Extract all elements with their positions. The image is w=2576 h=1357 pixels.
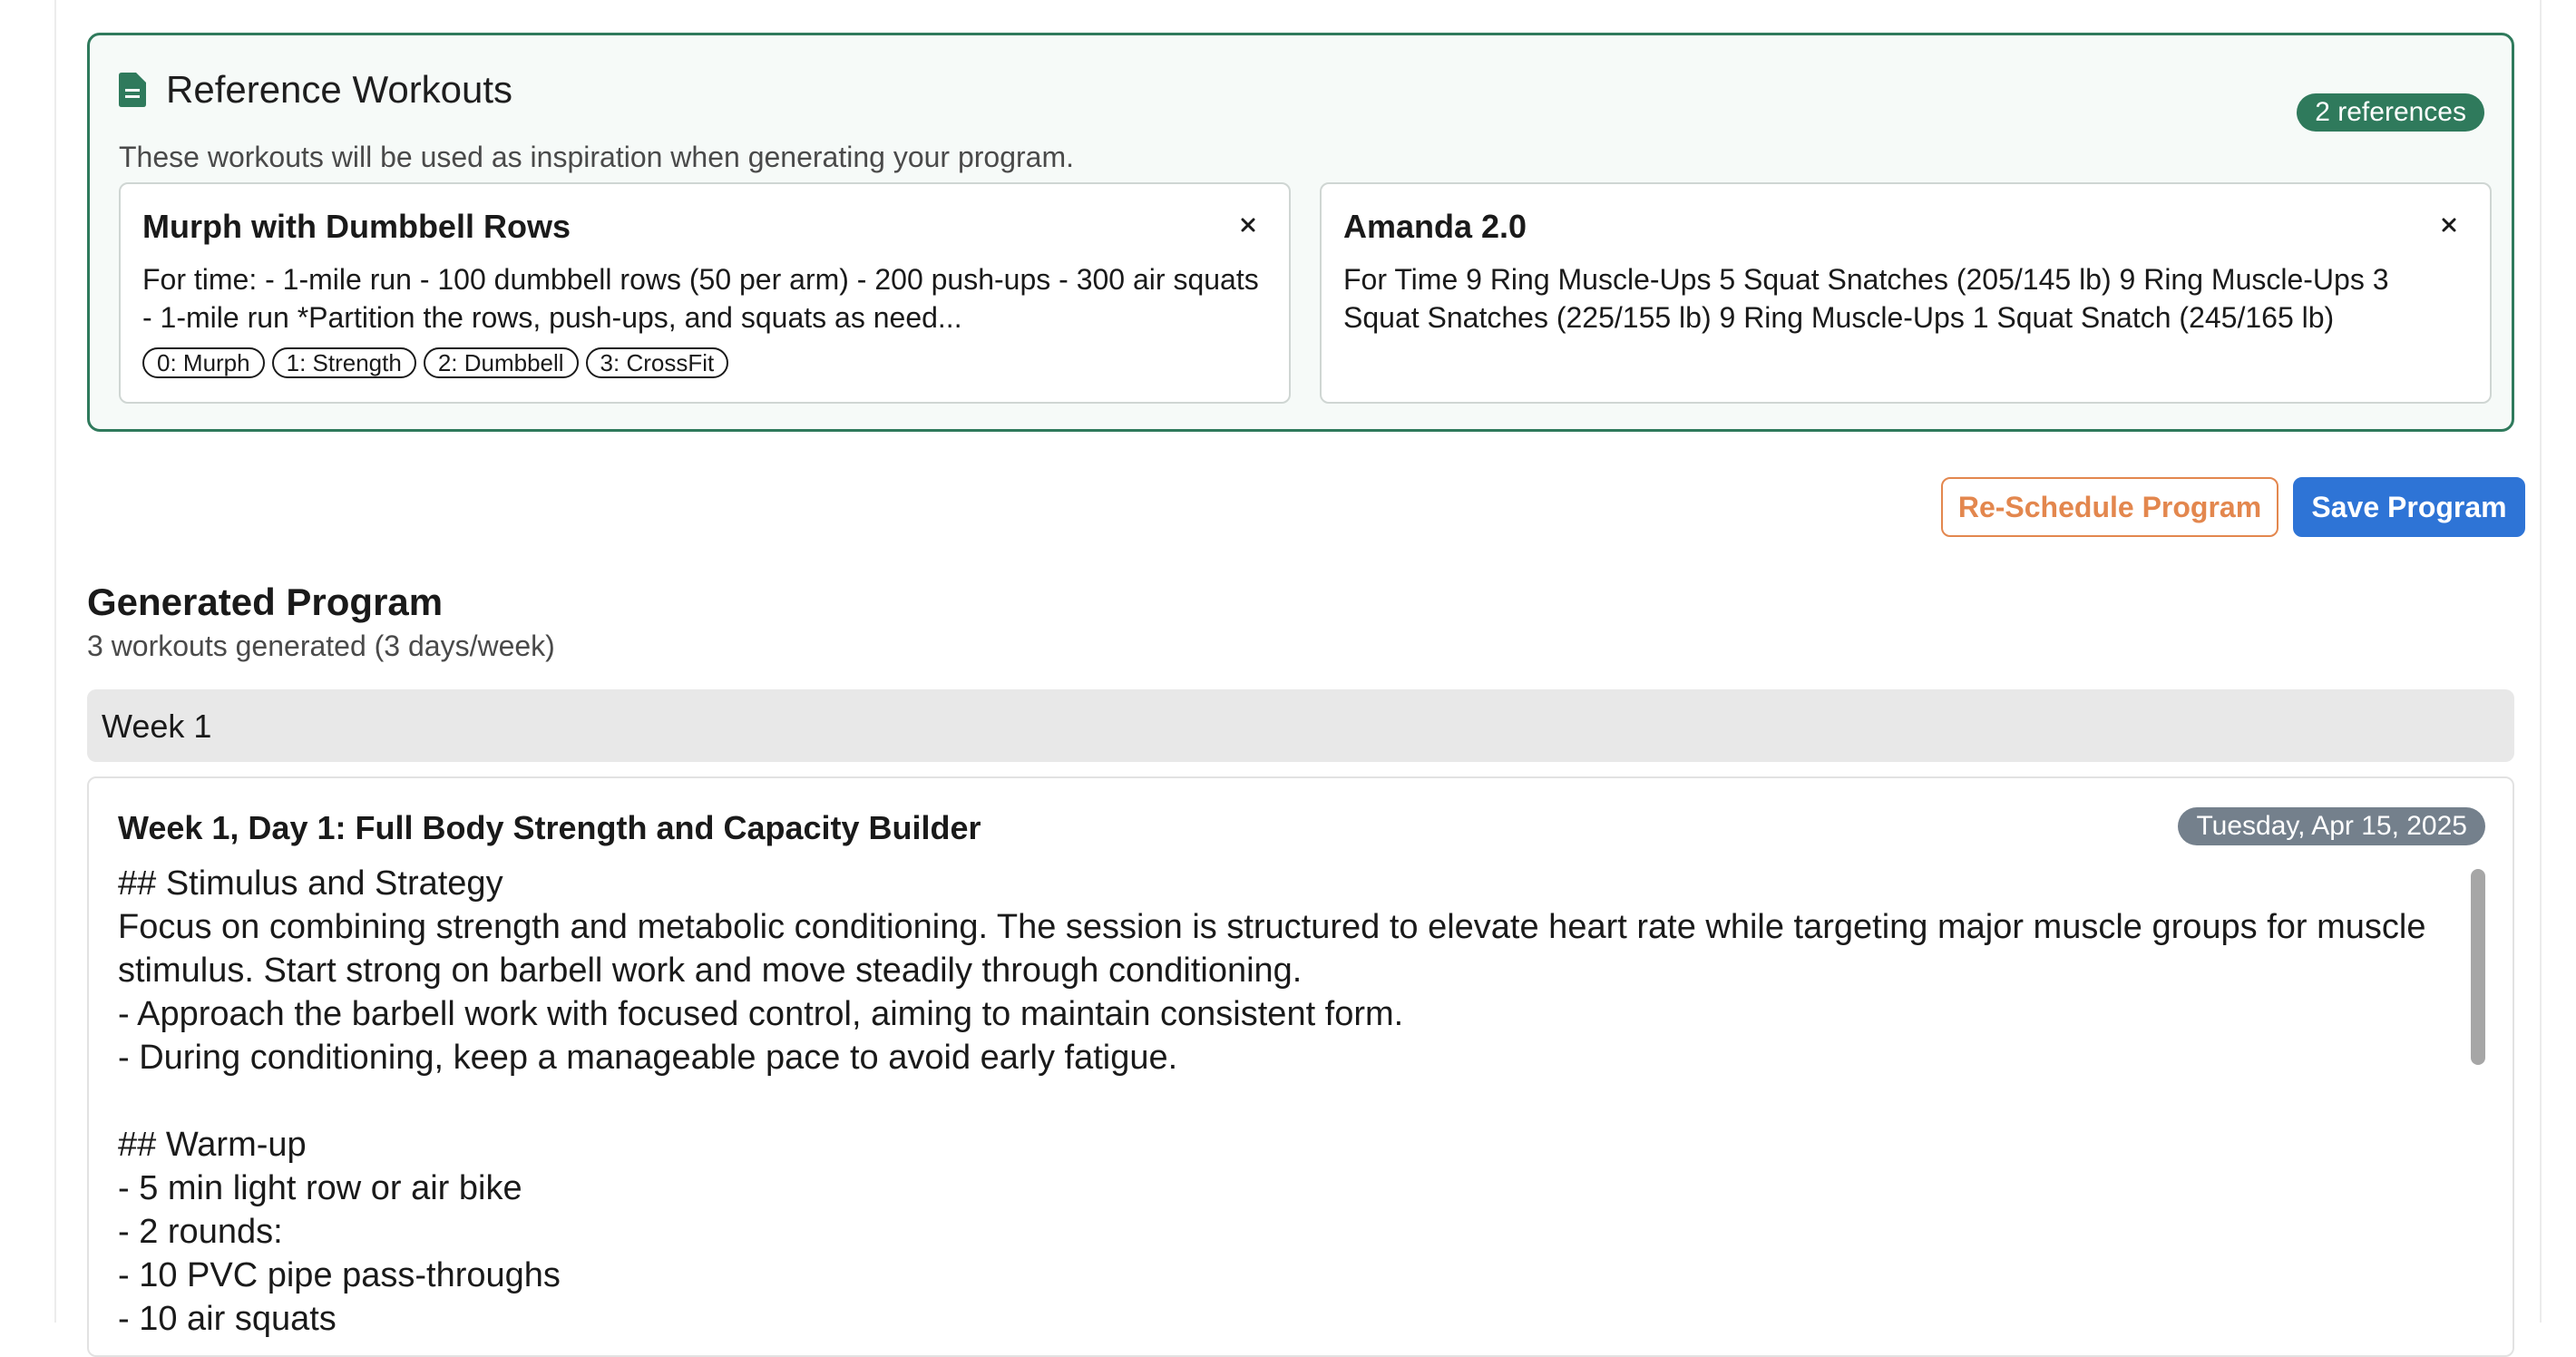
reference-title: Reference Workouts (166, 68, 513, 111)
reference-item-amanda[interactable]: Amanda 2.0 For Time 9 Ring Muscle-Ups 5 … (1320, 182, 2492, 404)
reference-header: Reference Workouts (119, 68, 512, 112)
close-icon[interactable] (1234, 211, 1262, 239)
tag-strength: 1: Strength (271, 347, 416, 378)
close-icon[interactable] (2435, 211, 2463, 239)
tag-murph: 0: Murph (142, 347, 265, 378)
workout-date-badge: Tuesday, Apr 15, 2025 (2178, 807, 2485, 845)
reference-item-title: Murph with Dumbbell Rows (142, 208, 571, 245)
scrollbar[interactable] (2471, 869, 2485, 1065)
workout-description: ## Stimulus and Strategy Focus on combin… (118, 864, 2426, 1338)
workout-card: Week 1, Day 1: Full Body Strength and Ca… (87, 776, 2514, 1357)
week-label: Week 1 (102, 708, 212, 745)
reference-workouts-card: Reference Workouts These workouts will b… (87, 33, 2514, 432)
document-icon (119, 73, 146, 107)
reference-item-description: For time: - 1-mile run - 100 dumbbell ro… (142, 263, 1259, 334)
reference-item-title: Amanda 2.0 (1343, 208, 1527, 245)
reference-count-badge: 2 references (2297, 93, 2484, 132)
week-header[interactable]: Week 1 (87, 689, 2514, 762)
reference-subtitle: These workouts will be used as inspirati… (119, 141, 1074, 173)
reference-item-murph[interactable]: Murph with Dumbbell Rows For time: - 1-m… (119, 182, 1291, 404)
page-container: Reference Workouts These workouts will b… (54, 0, 2542, 1357)
reference-item-description: For Time 9 Ring Muscle-Ups 5 Squat Snatc… (1343, 263, 2389, 334)
reschedule-program-button[interactable]: Re-Schedule Program (1941, 477, 2278, 537)
tag-crossfit: 3: CrossFit (585, 347, 729, 378)
generated-program-subtitle: 3 workouts generated (3 days/week) (87, 630, 555, 662)
workout-title: Week 1, Day 1: Full Body Strength and Ca… (118, 809, 981, 846)
save-program-button[interactable]: Save Program (2293, 477, 2525, 537)
tag-dumbbell: 2: Dumbbell (423, 347, 579, 378)
generated-program-title: Generated Program (87, 581, 444, 623)
tag-list: 0: Murph 1: Strength 2: Dumbbell 3: Cros… (142, 347, 729, 378)
